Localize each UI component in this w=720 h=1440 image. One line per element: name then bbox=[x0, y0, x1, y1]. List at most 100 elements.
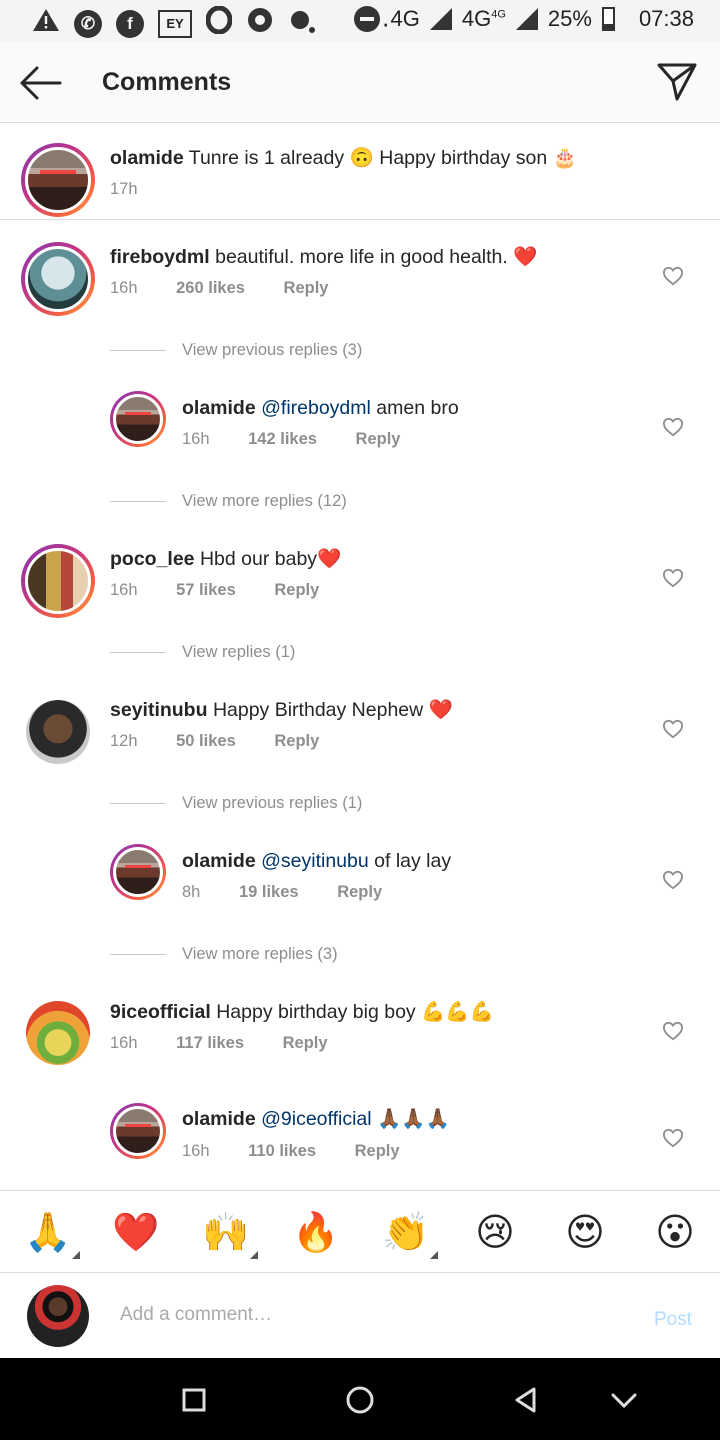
comment-meta: 16h 260 likes Reply bbox=[110, 279, 362, 298]
timestamp: 16h bbox=[110, 1034, 138, 1052]
view-replies-link[interactable]: View previous replies (3) bbox=[110, 341, 362, 360]
caption-text: olamide Tunre is 1 already 🙃 Happy birth… bbox=[110, 145, 577, 171]
comment-body: Happy Birthday Nephew ❤️ bbox=[212, 699, 453, 721]
direct-send-icon[interactable] bbox=[656, 60, 698, 102]
view-replies-link[interactable]: View replies (1) bbox=[110, 643, 295, 662]
comment-text: seyitinubu Happy Birthday Nephew ❤️ bbox=[110, 697, 453, 723]
emoji-crying-button[interactable]: 😢 bbox=[472, 1209, 518, 1255]
opera-icon bbox=[205, 5, 233, 41]
emoji-raised-hands-button[interactable]: 🙌 bbox=[202, 1209, 258, 1259]
avatar[interactable] bbox=[110, 1103, 166, 1159]
post-caption: olamide Tunre is 1 already 🙃 Happy birth… bbox=[0, 123, 720, 220]
comment-body: of lay lay bbox=[374, 850, 452, 872]
emoji-fire-button[interactable]: 🔥 bbox=[292, 1209, 339, 1255]
reply-button[interactable]: Reply bbox=[274, 581, 319, 599]
mention-link[interactable]: @9iceofficial bbox=[261, 1108, 372, 1130]
network-label-1: 4G bbox=[390, 6, 420, 31]
avatar[interactable] bbox=[26, 1001, 90, 1065]
timestamp: 16h bbox=[110, 581, 138, 599]
emoji-clap-button[interactable]: 👏 bbox=[382, 1209, 438, 1259]
username[interactable]: poco_lee bbox=[110, 548, 195, 570]
username[interactable]: olamide bbox=[110, 147, 184, 169]
status-bar: ✆ f EY ··· 4G 4G4G 25% 07:38 bbox=[0, 0, 720, 42]
comment-text: olamide @fireboydml amen bro bbox=[182, 395, 459, 421]
system-nav-bar bbox=[0, 1358, 720, 1440]
like-heart-icon[interactable] bbox=[662, 568, 684, 588]
avatar[interactable] bbox=[110, 391, 166, 447]
comment-text: olamide @seyitinubu of lay lay bbox=[182, 848, 451, 874]
reply-button[interactable]: Reply bbox=[283, 1034, 328, 1052]
ey-icon: EY bbox=[158, 9, 192, 38]
comment-body: amen bro bbox=[376, 397, 459, 419]
like-heart-icon[interactable] bbox=[662, 417, 684, 437]
likes-count[interactable]: 142 likes bbox=[248, 430, 317, 448]
status-system-icons: 4G 4G4G 25% 07:38 bbox=[354, 6, 694, 32]
like-heart-icon[interactable] bbox=[662, 266, 684, 286]
likes-count[interactable]: 57 likes bbox=[176, 581, 236, 599]
whatsapp-icon: ✆ bbox=[74, 9, 102, 38]
like-heart-icon[interactable] bbox=[662, 1128, 684, 1148]
comments-list[interactable]: olamide Tunre is 1 already 🙃 Happy birth… bbox=[0, 123, 720, 1190]
battery-icon bbox=[601, 7, 615, 31]
reply-button[interactable]: Reply bbox=[337, 883, 382, 901]
username[interactable]: olamide bbox=[182, 1108, 256, 1130]
battery-percent: 25% bbox=[547, 6, 592, 31]
back-arrow-icon[interactable] bbox=[18, 64, 64, 102]
emoji-quick-bar: 🙏 ❤️ 🙌 🔥 👏 😢 😍 😮 bbox=[0, 1190, 720, 1273]
like-heart-icon[interactable] bbox=[662, 719, 684, 739]
avatar[interactable] bbox=[21, 143, 95, 217]
timestamp: 12h bbox=[110, 732, 138, 750]
view-replies-link[interactable]: View more replies (12) bbox=[110, 492, 347, 511]
username[interactable]: seyitinubu bbox=[110, 699, 208, 721]
avatar[interactable] bbox=[21, 242, 95, 316]
like-heart-icon[interactable] bbox=[662, 1021, 684, 1041]
current-user-avatar bbox=[27, 1285, 89, 1347]
reply-button[interactable]: Reply bbox=[355, 1142, 400, 1160]
timestamp: 16h bbox=[182, 1142, 210, 1160]
like-heart-icon[interactable] bbox=[662, 870, 684, 890]
username[interactable]: fireboydml bbox=[110, 246, 210, 268]
view-replies-link[interactable]: View more replies (3) bbox=[110, 945, 338, 964]
emoji-pray-button[interactable]: 🙏 bbox=[24, 1209, 80, 1259]
emoji-surprised-button[interactable]: 😮 bbox=[652, 1209, 698, 1255]
likes-count[interactable]: 110 likes bbox=[248, 1142, 316, 1160]
emoji-heart-eyes-button[interactable]: 😍 bbox=[562, 1209, 608, 1255]
reply-button[interactable]: Reply bbox=[356, 430, 401, 448]
home-circle-icon[interactable] bbox=[344, 1384, 376, 1416]
comment-meta: 12h 50 likes Reply bbox=[110, 732, 353, 751]
recents-square-icon[interactable] bbox=[178, 1384, 210, 1416]
comment-composer: Post bbox=[0, 1273, 720, 1358]
mention-link[interactable]: @fireboydml bbox=[261, 397, 371, 419]
avatar[interactable] bbox=[26, 700, 90, 764]
comment-body: Tunre is 1 already 🙃 Happy birthday son … bbox=[188, 147, 577, 169]
emoji-heart-button[interactable]: ❤️ bbox=[112, 1209, 159, 1255]
likes-count[interactable]: 260 likes bbox=[176, 279, 245, 297]
back-triangle-icon[interactable] bbox=[510, 1384, 542, 1416]
comment-input[interactable] bbox=[120, 1299, 620, 1331]
mention-link[interactable]: @seyitinubu bbox=[261, 850, 369, 872]
comment-meta: 17h bbox=[110, 180, 172, 199]
likes-count[interactable]: 19 likes bbox=[239, 883, 299, 901]
username[interactable]: olamide bbox=[182, 850, 256, 872]
top-app-bar: Comments bbox=[0, 42, 720, 123]
warning-icon bbox=[32, 7, 60, 40]
page-title: Comments bbox=[102, 68, 232, 96]
post-button[interactable]: Post bbox=[654, 1309, 692, 1331]
comment-meta: 16h 142 likes Reply bbox=[182, 430, 434, 449]
username[interactable]: 9iceofficial bbox=[110, 1001, 211, 1023]
avatar[interactable] bbox=[110, 844, 166, 900]
reply-button[interactable]: Reply bbox=[274, 732, 319, 750]
likes-count[interactable]: 50 likes bbox=[176, 732, 236, 750]
timestamp: 17h bbox=[110, 180, 138, 198]
username[interactable]: olamide bbox=[182, 397, 256, 419]
comment-text: poco_lee Hbd our baby❤️ bbox=[110, 546, 341, 572]
likes-count[interactable]: 117 likes bbox=[176, 1034, 244, 1052]
chevron-down-icon[interactable] bbox=[608, 1384, 640, 1416]
view-replies-link[interactable]: View previous replies (1) bbox=[110, 794, 362, 813]
comment-meta: 16h 117 likes Reply bbox=[110, 1034, 362, 1053]
signal-icon-2 bbox=[515, 8, 538, 30]
reply-button[interactable]: Reply bbox=[284, 279, 329, 297]
avatar[interactable] bbox=[21, 544, 95, 618]
timestamp: 8h bbox=[182, 883, 201, 901]
timestamp: 16h bbox=[182, 430, 210, 448]
